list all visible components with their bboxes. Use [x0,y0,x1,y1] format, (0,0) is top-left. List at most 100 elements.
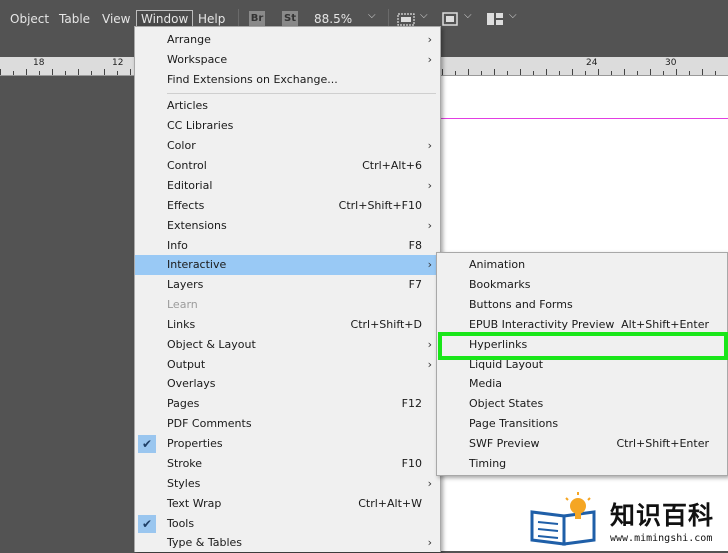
menu-item-label: Pages [167,397,200,410]
menu-help[interactable]: Help [194,11,229,27]
menu-item-pdf-comments[interactable]: PDF Comments [135,414,440,434]
menu-item-effects[interactable]: Effects Ctrl+Shift+F10 [135,196,440,216]
submenu-item-buttons-forms[interactable]: Buttons and Forms [437,295,727,315]
window-menu: Arrange › Workspace › Find Extensions on E… [134,26,441,552]
zoom-level[interactable]: 88.5% [310,11,356,27]
chevron-down-icon[interactable]: ⌵ [509,10,517,21]
menu-item-control[interactable]: Control Ctrl+Alt+6 [135,156,440,176]
menu-item-text-wrap[interactable]: Text Wrap Ctrl+Alt+W [135,494,440,514]
submenu-item-object-states[interactable]: Object States [437,394,727,414]
menu-item-shortcut: F7 [408,278,422,291]
menu-item-label: Tools [167,517,195,530]
submenu-item-media[interactable]: Media [437,374,727,394]
screen-mode-icon[interactable] [441,12,459,26]
menu-item-label: Page Transitions [469,417,559,430]
chevron-right-icon: › [427,139,432,152]
ruler-tick [507,71,508,75]
chevron-right-icon: › [427,536,432,549]
ruler-tick [78,69,79,75]
menu-item-object-layout[interactable]: Object & Layout › [135,335,440,355]
menu-item-learn: Learn [135,295,440,315]
menu-item-properties[interactable]: ✔ Properties [135,434,440,454]
menu-item-label: Text Wrap [167,497,222,510]
ruler-tick [533,71,534,75]
chevron-right-icon: › [427,358,432,371]
submenu-item-bookmarks[interactable]: Bookmarks [437,275,727,295]
view-options-icon[interactable] [397,12,415,26]
submenu-item-page-transitions[interactable]: Page Transitions [437,414,727,434]
submenu-item-timing[interactable]: Timing [437,454,727,474]
menu-item-output[interactable]: Output › [135,355,440,375]
ruler-tick [130,69,131,75]
chevron-down-icon[interactable]: ⌵ [368,10,376,21]
bridge-button[interactable]: Br [249,11,265,26]
menu-item-label: Object & Layout [167,338,256,351]
menu-item-shortcut: Ctrl+Shift+Enter [616,437,709,450]
menu-item-extensions[interactable]: Extensions › [135,216,440,236]
menu-item-tools[interactable]: ✔ Tools [135,514,440,534]
menu-item-label: CC Libraries [167,119,234,132]
menu-item-label: Extensions [167,219,227,232]
menu-item-cc-libraries[interactable]: CC Libraries [135,116,440,136]
ruler-tick [104,69,105,75]
ruler-tick [455,71,456,75]
chevron-down-icon[interactable]: ⌵ [420,10,428,21]
menu-item-type-tables[interactable]: Type & Tables › [135,533,440,553]
menu-item-workspace[interactable]: Workspace › [135,50,440,70]
ruler-tick [676,69,677,75]
arrange-documents-icon[interactable] [486,12,504,26]
menu-item-interactive[interactable]: Interactive › [135,255,440,275]
submenu-item-animation[interactable]: Animation [437,255,727,275]
ruler-tick [520,69,521,75]
menu-item-find-extensions[interactable]: Find Extensions on Exchange... [135,70,440,90]
ruler-tick [572,69,573,75]
menu-table[interactable]: Table [55,11,94,27]
ruler-tick [702,69,703,75]
menu-item-label: Workspace [167,53,228,66]
menu-item-overlays[interactable]: Overlays [135,374,440,394]
stock-button[interactable]: St [282,11,298,26]
menu-item-label: SWF Preview [469,437,540,450]
menu-item-label: Stroke [167,457,203,470]
chevron-right-icon: › [427,33,432,46]
menu-view[interactable]: View [98,11,134,27]
menu-item-pages[interactable]: Pages F12 [135,394,440,414]
menu-item-label: Articles [167,99,209,112]
ruler-tick [637,71,638,75]
ruler-label: 12 [112,58,124,68]
menu-item-layers[interactable]: Layers F7 [135,275,440,295]
chevron-right-icon: › [427,179,432,192]
menu-item-label: Styles [167,477,201,490]
ruler-tick [442,69,443,75]
menu-object[interactable]: Object [6,11,53,27]
menu-item-styles[interactable]: Styles › [135,474,440,494]
menu-item-links[interactable]: Links Ctrl+Shift+D [135,315,440,335]
menu-item-label: Output [167,358,206,371]
annotation-highlight-box [438,332,728,360]
menu-item-editorial[interactable]: Editorial › [135,176,440,196]
chevron-right-icon: › [427,338,432,351]
menu-item-label: Layers [167,278,204,291]
ruler-label: 24 [586,58,598,68]
chevron-down-icon[interactable]: ⌵ [464,10,472,21]
menu-item-info[interactable]: Info F8 [135,236,440,256]
menu-item-articles[interactable]: Articles [135,96,440,116]
menu-item-arrange[interactable]: Arrange › [135,30,440,50]
menu-item-shortcut: Ctrl+Alt+6 [362,159,422,172]
menu-item-label: Control [167,159,207,172]
submenu-item-swf-preview[interactable]: SWF Preview Ctrl+Shift+Enter [437,434,727,454]
menu-item-label: Find Extensions on Exchange... [167,73,338,86]
book-lightbulb-logo-icon [530,492,596,546]
ruler-tick [13,71,14,75]
ruler-tick [468,69,469,75]
ruler-tick [715,71,716,75]
menu-item-label: Animation [469,258,526,271]
menu-item-label: Learn [167,298,198,311]
ruler-label: 30 [665,58,677,68]
ruler-tick [546,69,547,75]
menu-item-label: Links [167,318,196,331]
ruler-tick [39,71,40,75]
menu-item-stroke[interactable]: Stroke F10 [135,454,440,474]
menu-item-shortcut: F8 [408,239,422,252]
menu-item-color[interactable]: Color › [135,136,440,156]
